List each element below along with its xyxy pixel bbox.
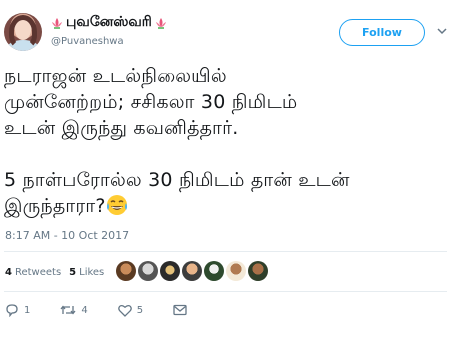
tweet-line: நடராஜன் உடல்நிலையில் xyxy=(4,65,227,87)
retweets-stat[interactable]: 4 Retweets xyxy=(5,267,61,278)
tweet-line: உடன் இருந்து கவனித்தார். xyxy=(4,117,239,139)
liker-avatar[interactable] xyxy=(116,261,136,281)
liker-avatar[interactable] xyxy=(182,261,202,281)
tweet-timestamp[interactable]: 8:17 AM - 10 Oct 2017 xyxy=(5,229,129,242)
reply-icon xyxy=(6,304,18,317)
liker-avatar[interactable] xyxy=(226,261,246,281)
tweet-line: இருந்தாரா? xyxy=(4,195,106,217)
like-count: 5 xyxy=(136,304,144,316)
divider xyxy=(4,291,447,292)
follow-button[interactable]: Follow xyxy=(339,19,425,46)
retweet-count: 4 xyxy=(81,304,88,316)
retweets-label: Retweets xyxy=(14,266,62,278)
liker-avatar[interactable] xyxy=(138,261,158,281)
user-name-row[interactable]: புவனேஸ்வரி xyxy=(50,13,168,33)
lotus-icon xyxy=(155,18,166,29)
envelope-icon xyxy=(173,304,187,316)
retweet-button[interactable]: 4 xyxy=(60,303,88,317)
likes-stat[interactable]: 5 Likes xyxy=(69,267,104,278)
tweet-stats: 4 Retweets 5 Likes xyxy=(5,262,112,282)
lotus-icon xyxy=(52,18,62,29)
divider xyxy=(4,251,447,252)
heart-icon xyxy=(117,304,132,317)
tweet-actions: 1 4 5 xyxy=(5,301,217,319)
like-button[interactable]: 5 xyxy=(117,304,144,317)
reply-button[interactable]: 1 xyxy=(5,303,30,317)
likes-label: Likes xyxy=(79,266,105,278)
retweets-count: 4 xyxy=(5,266,12,278)
reply-count: 1 xyxy=(24,304,31,316)
tweet-line: 5 நாள்பரோல்ல 30 நிமிடம் தான் உடன் xyxy=(4,169,350,191)
likes-count: 5 xyxy=(69,266,77,278)
liker-avatar[interactable] xyxy=(160,261,180,281)
tweet-card: புவனேஸ்வரி @Puvaneshwa Follow நடராஜன் உட… xyxy=(0,0,451,338)
chevron-down-icon[interactable] xyxy=(437,28,447,35)
avatar-hair xyxy=(9,15,37,49)
display-name[interactable]: புவனேஸ்வரி xyxy=(66,14,152,32)
tweet-line: முன்னேற்றம்; சசிகலா 30 நிமிடம் xyxy=(4,91,298,113)
avatar[interactable] xyxy=(4,13,42,51)
liker-avatar[interactable] xyxy=(204,261,224,281)
liker-avatars xyxy=(116,261,268,283)
tears-of-joy-emoji-icon xyxy=(106,195,127,215)
liker-avatar[interactable] xyxy=(248,261,268,281)
user-handle[interactable]: @Puvaneshwa xyxy=(51,36,124,47)
direct-message-button[interactable] xyxy=(173,304,187,316)
tweet-text: நடராஜன் உடல்நிலையில் முன்னேற்றம்; சசிகலா… xyxy=(4,63,444,219)
retweet-icon xyxy=(60,305,76,315)
